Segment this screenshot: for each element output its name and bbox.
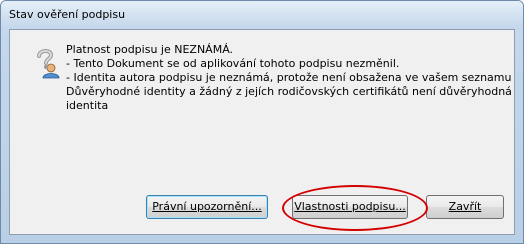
legal-notice-label: Právní upozornění... bbox=[152, 200, 262, 213]
message-line: Platnost podpisu je NEZNÁMÁ. bbox=[66, 43, 234, 56]
message-line: identita bbox=[66, 99, 109, 112]
verification-message: Platnost podpisu je NEZNÁMÁ. - Tento Dok… bbox=[66, 43, 514, 113]
title-bar[interactable]: Stav ověření podpisu bbox=[1, 1, 523, 29]
legal-notice-button[interactable]: Právní upozornění... bbox=[146, 195, 268, 219]
signature-properties-label: Vlastnosti podpisu... bbox=[294, 200, 406, 213]
signature-status-dialog: Stav ověření podpisu Platnost podpisu je… bbox=[0, 0, 524, 244]
signature-properties-button[interactable]: Vlastnosti podpisu... bbox=[292, 195, 408, 219]
dialog-content: Platnost podpisu je NEZNÁMÁ. - Tento Dok… bbox=[9, 29, 515, 235]
message-line: Důvěryhodné identity a žádný z jejích ro… bbox=[66, 85, 512, 98]
message-line: - Tento Dokument se od aplikování tohoto… bbox=[66, 57, 400, 70]
close-button[interactable]: Zavřít bbox=[426, 195, 504, 219]
window-title: Stav ověření podpisu bbox=[9, 8, 126, 21]
message-line: - Identita autora podpisu je neznámá, pr… bbox=[66, 71, 512, 84]
signature-unknown-icon bbox=[33, 47, 65, 79]
close-label: Zavřít bbox=[448, 200, 482, 213]
